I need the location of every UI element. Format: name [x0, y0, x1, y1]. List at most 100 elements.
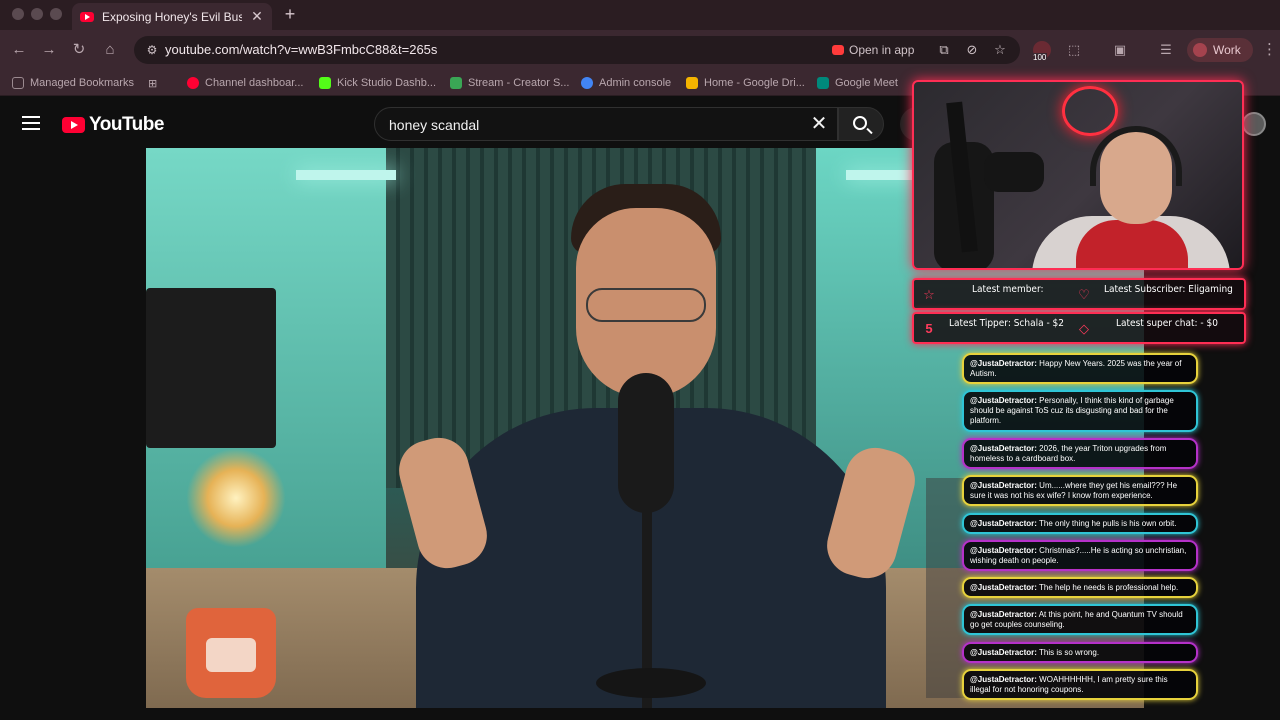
- chat-username: @JustaDetractor:: [970, 396, 1037, 405]
- profile-label: Work: [1213, 43, 1241, 57]
- user-avatar[interactable]: [1242, 112, 1266, 136]
- webcam-microphone: [984, 152, 1044, 192]
- apps-grid-icon[interactable]: ⊞: [148, 74, 157, 92]
- extension-badge: 100: [1032, 53, 1048, 62]
- chat-message: @JustaDetractor: Christmas?.....He is ac…: [962, 540, 1198, 571]
- chat-username: @JustaDetractor:: [970, 546, 1037, 555]
- window-minimize-button[interactable]: [31, 8, 43, 20]
- profile-avatar-icon: [1193, 43, 1207, 57]
- bookmark-label: Channel dashboar...: [205, 77, 304, 89]
- latest-super-chat: Latest super chat: - $0: [1116, 318, 1218, 329]
- chat-message: @JustaDetractor: This is so wrong.: [962, 642, 1198, 663]
- folder-icon: [12, 77, 24, 89]
- drive-favicon-icon: [686, 77, 698, 89]
- chat-message: @JustaDetractor: WOAHHHHHH, I am pretty …: [962, 669, 1198, 700]
- bookmark-label: Managed Bookmarks: [30, 77, 134, 89]
- window-maximize-button[interactable]: [50, 8, 62, 20]
- chat-username: @JustaDetractor:: [970, 444, 1037, 453]
- reload-icon[interactable]: ↻: [69, 40, 89, 60]
- bookmark-stream-creator[interactable]: Stream - Creator S...: [450, 74, 569, 92]
- site-info-icon[interactable]: ⚙: [142, 40, 162, 60]
- tab-close-icon[interactable]: ✕: [250, 8, 264, 25]
- bookmark-channel-dashboard[interactable]: Channel dashboar...: [187, 74, 303, 92]
- browser-menu-icon[interactable]: ⋮: [1262, 40, 1277, 58]
- extensions-puzzle-icon[interactable]: ⬚: [1064, 40, 1084, 60]
- video-scene-mic-base: [596, 668, 706, 698]
- address-bar[interactable]: ⚙ youtube.com/watch?v=wwB3FmbcC88&t=265s…: [134, 36, 1020, 64]
- youtube-logo[interactable]: YouTube: [62, 114, 164, 136]
- search-button[interactable]: [838, 107, 884, 141]
- chat-message: @JustaDetractor: The only thing he pulls…: [962, 513, 1198, 534]
- overlay-stats-row-1: ☆ Latest member: ♡ Latest Subscriber: El…: [912, 278, 1246, 310]
- profile-button[interactable]: Work: [1187, 38, 1253, 62]
- chat-message: @JustaDetractor: Um......where they get …: [962, 475, 1198, 506]
- youtube-favicon-icon: [80, 11, 94, 22]
- bookmark-managed[interactable]: Managed Bookmarks: [12, 74, 134, 92]
- bookmark-google-drive[interactable]: Home - Google Dri...: [686, 74, 805, 92]
- page-bottom-strip: [0, 708, 1280, 720]
- chat-message: @JustaDetractor: 2026, the year Triton u…: [962, 438, 1198, 469]
- google-favicon-icon: [581, 77, 593, 89]
- bookmark-google-meet[interactable]: Google Meet: [817, 74, 898, 92]
- meet-favicon-icon: [817, 77, 829, 89]
- bookmark-label: Admin console: [599, 77, 672, 89]
- chat-message: @JustaDetractor: Personally, I think thi…: [962, 390, 1198, 432]
- webcam-ring-light: [1062, 86, 1118, 136]
- latest-subscriber: Latest Subscriber: Eligaming: [1104, 284, 1233, 295]
- overlay-stats-row-2: 5 Latest Tipper: Schala - $2 ◇ Latest su…: [912, 312, 1246, 344]
- bookmark-label: Stream - Creator S...: [468, 77, 570, 89]
- cast-icon[interactable]: ⧉: [934, 40, 954, 60]
- chat-text: This is so wrong.: [1039, 648, 1100, 657]
- tipper-icon: 5: [925, 321, 933, 336]
- search-input[interactable]: honey scandal ✕: [374, 107, 838, 141]
- heart-icon: ♡: [1078, 287, 1090, 302]
- youtube-app-icon: [832, 45, 844, 55]
- chat-text: The only thing he pulls is his own orbit…: [1039, 519, 1177, 528]
- video-scene-monitor: [146, 288, 276, 448]
- side-panel-icon[interactable]: ▣: [1110, 40, 1130, 60]
- back-arrow-icon[interactable]: ←: [9, 40, 29, 60]
- chat-username: @JustaDetractor:: [970, 583, 1037, 592]
- bookmark-star-icon[interactable]: ☆: [990, 40, 1010, 60]
- browser-toolbar: ← → ↻ ⌂ ⚙ youtube.com/watch?v=wwB3FmbcC8…: [0, 30, 1280, 70]
- eye-off-icon[interactable]: ⊘: [962, 40, 982, 60]
- bookmark-label: Kick Studio Dashb...: [337, 77, 437, 89]
- url-text[interactable]: youtube.com/watch?v=wwB3FmbcC88&t=265s: [165, 42, 437, 57]
- bookmark-admin-console[interactable]: Admin console: [581, 74, 671, 92]
- bookmark-label: Google Meet: [835, 77, 898, 89]
- forward-arrow-icon[interactable]: →: [39, 40, 59, 60]
- home-icon[interactable]: ⌂: [100, 40, 120, 60]
- video-scene-glasses: [586, 288, 706, 322]
- new-tab-button[interactable]: +: [280, 4, 300, 25]
- video-scene-lamp: [186, 448, 286, 548]
- chat-message: @JustaDetractor: At this point, he and Q…: [962, 604, 1198, 635]
- webcam-headphones: [1090, 126, 1182, 186]
- puzzle-favicon-icon: [450, 77, 462, 89]
- window-close-button[interactable]: [12, 8, 24, 20]
- streamer-webcam: [912, 80, 1244, 270]
- youtube-logo-text: YouTube: [89, 114, 164, 135]
- latest-tipper: Latest Tipper: Schala - $2: [949, 318, 1065, 329]
- video-scene-light: [296, 170, 396, 180]
- reading-list-icon[interactable]: ☰: [1156, 40, 1176, 60]
- chat-username: @JustaDetractor:: [970, 359, 1037, 368]
- kick-favicon-icon: [319, 77, 331, 89]
- search-query[interactable]: honey scandal: [389, 117, 479, 133]
- chat-text: The help he needs is professional help.: [1039, 583, 1179, 592]
- hamburger-menu-icon[interactable]: [22, 116, 40, 130]
- webcam-shirt-red: [1076, 220, 1188, 268]
- youtube-favicon-icon: [187, 77, 199, 89]
- search-icon: [853, 116, 867, 130]
- browser-tab[interactable]: Exposing Honey's Evil Busine ✕: [72, 3, 272, 30]
- clear-search-icon[interactable]: ✕: [807, 112, 831, 136]
- star-icon: ☆: [923, 287, 935, 302]
- open-in-app-button[interactable]: Open in app: [832, 40, 914, 60]
- diamond-icon: ◇: [1079, 321, 1089, 336]
- video-scene-microphone: [618, 373, 674, 513]
- chat-username: @JustaDetractor:: [970, 519, 1037, 528]
- bookmark-kick-studio[interactable]: Kick Studio Dashb...: [319, 74, 436, 92]
- chat-message: @JustaDetractor: Happy New Years. 2025 w…: [962, 353, 1198, 384]
- youtube-logo-icon: [62, 117, 85, 133]
- chat-username: @JustaDetractor:: [970, 481, 1037, 490]
- video-scene-lamp-label: [206, 638, 256, 672]
